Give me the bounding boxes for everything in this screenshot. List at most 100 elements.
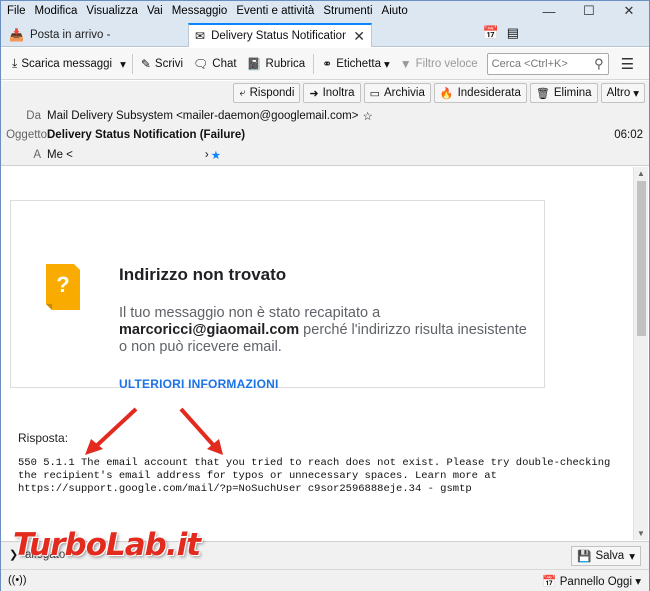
today-pane-icon: 📅	[542, 576, 557, 588]
get-messages-button[interactable]: ⤓ Scarica messaggi	[7, 52, 117, 76]
search-input[interactable]: Cerca <Ctrl+K> ⚲	[486, 52, 609, 75]
get-messages-label: Scarica messaggi	[21, 57, 113, 70]
forward-button[interactable]: ➜ Inoltra	[303, 83, 361, 103]
close-tab-icon[interactable]: ✕	[353, 28, 365, 45]
tag-button[interactable]: ⚭ Etichetta ▾	[317, 52, 395, 76]
delete-label: Elimina	[553, 87, 592, 99]
tab-bar: 📥 Posta in arrivo - ✉ Delivery Status No…	[1, 21, 649, 47]
get-messages-dropdown[interactable]: ▾	[117, 52, 129, 76]
star-outline-icon[interactable]: ☆	[362, 109, 372, 123]
menu-icon[interactable]: ☰	[621, 55, 634, 73]
tasks-icon[interactable]: ▤	[507, 25, 519, 41]
delete-button[interactable]: 🗑 Elimina	[529, 83, 598, 103]
card-title: Indirizzo non trovato	[119, 265, 287, 284]
card-message: Il tuo messaggio non è stato recapitato …	[119, 305, 529, 356]
from-label: Da	[26, 110, 41, 122]
to-value[interactable]: Me <	[47, 149, 73, 161]
more-info-link[interactable]: ULTERIORI INFORMAZIONI	[119, 377, 279, 391]
star-filled-icon[interactable]: ★	[211, 148, 221, 162]
menu-eventi[interactable]: Eventi e attività	[236, 5, 314, 17]
close-icon[interactable]: ✕	[609, 1, 649, 21]
save-label: Salva	[595, 550, 625, 562]
reply-button[interactable]: ⤶ Rispondi	[233, 83, 301, 103]
address-book-label: Rubrica	[265, 57, 306, 70]
envelope-icon: ✉	[195, 29, 206, 43]
forward-label: Inoltra	[322, 87, 355, 99]
menu-visualizza[interactable]: Visualizza	[86, 5, 138, 17]
junk-label: Indesiderata	[457, 87, 521, 99]
scroll-up-icon[interactable]: ▲	[637, 169, 645, 178]
minimize-icon[interactable]: —	[529, 1, 569, 21]
archive-icon: ▭	[369, 87, 380, 100]
menu-modifica[interactable]: Modifica	[35, 5, 78, 17]
scroll-down-icon[interactable]: ▼	[637, 529, 645, 538]
from-row: Da Mail Delivery Subsystem <mailer-daemo…	[1, 109, 372, 123]
card-message-before: Il tuo messaggio non è stato recapitato …	[119, 305, 381, 321]
tab-bar-icons: 📅 ▤	[483, 25, 519, 41]
chevron-down-icon: ▾	[635, 576, 641, 588]
today-pane-toggle[interactable]: 📅 Pannello Oggi ▾	[542, 574, 641, 588]
archive-button[interactable]: ▭ Archivia	[363, 83, 431, 103]
chevron-down-icon: ▾	[383, 58, 390, 71]
subject-row: Oggetto Delivery Status Notification (Fa…	[1, 129, 245, 141]
bounce-card: ? Indirizzo non trovato Il tuo messaggio…	[10, 200, 545, 391]
menu-aiuto[interactable]: Aiuto	[382, 5, 408, 17]
junk-icon: 🔥	[439, 87, 454, 100]
today-pane-label: Pannello Oggi	[559, 576, 633, 588]
from-value[interactable]: Mail Delivery Subsystem <mailer-daemon@g…	[47, 110, 358, 122]
junk-button[interactable]: 🔥 Indesiderata	[433, 83, 527, 103]
maximize-icon[interactable]: ☐	[569, 1, 609, 21]
header-actions: ⤶ Rispondi ➜ Inoltra ▭ Archivia 🔥 Indesidera…	[233, 83, 645, 103]
forward-icon: ➜	[309, 87, 319, 100]
response-label: Risposta:	[18, 431, 69, 445]
search-icon: ⚲	[594, 55, 604, 71]
pencil-icon: ✎	[140, 56, 151, 71]
archive-label: Archivia	[383, 87, 425, 99]
address-book-button[interactable]: 📓 Rubrica	[242, 52, 311, 76]
tab-inbox[interactable]: 📥 Posta in arrivo -	[3, 23, 186, 47]
message-header: ⤶ Rispondi ➜ Inoltra ▭ Archivia 🔥 Indesidera…	[1, 81, 649, 166]
red-arrows	[85, 407, 223, 455]
filter-icon: ▼	[399, 56, 412, 71]
recipient-email: marcoricci@giaomail.com	[119, 322, 300, 338]
svg-text:?: ?	[56, 272, 69, 297]
toolbar-separator	[131, 53, 133, 74]
scrollbar-thumb[interactable]	[637, 181, 646, 336]
online-status-icon[interactable]: ((•))	[8, 574, 27, 586]
chat-label: Chat	[212, 57, 237, 70]
chevron-down-icon: ▾	[629, 551, 635, 563]
write-button[interactable]: ✎ Scrivi	[136, 52, 188, 76]
quick-filter-button[interactable]: ▼ Filtro veloce	[395, 52, 483, 76]
message-time: 06:02	[614, 129, 643, 141]
trash-icon: 🗑	[535, 87, 550, 100]
vertical-scrollbar[interactable]: ▲ ▼	[633, 167, 648, 540]
tab-inbox-label: Posta in arrivo -	[29, 29, 111, 41]
menu-bar: File Modifica Visualizza Vai Messaggio E…	[1, 1, 649, 21]
inbox-icon: 📥	[9, 28, 24, 42]
chat-button[interactable]: 🗨 Chat	[188, 52, 242, 76]
reply-label: Rispondi	[249, 87, 295, 99]
to-suffix: ›	[204, 149, 209, 161]
search-placeholder: Cerca <Ctrl+K>	[491, 57, 568, 70]
tab-message-label: Delivery Status Notification	[211, 30, 347, 42]
other-button[interactable]: Altro ▾	[600, 83, 645, 103]
menu-file[interactable]: File	[7, 5, 26, 17]
quick-filter-label: Filtro veloce	[415, 57, 478, 70]
reply-icon: ⤶	[239, 86, 246, 99]
toolbar-separator	[313, 53, 315, 74]
menu-vai[interactable]: Vai	[147, 5, 163, 17]
tag-icon: ⚭	[322, 56, 333, 71]
to-row: A Me < › ★	[1, 148, 221, 162]
save-attachment-button[interactable]: 💾 Salva ▾	[571, 546, 641, 566]
warning-document-icon: ?	[46, 264, 80, 310]
address-book-icon: 📓	[246, 56, 262, 71]
menu-strumenti[interactable]: Strumenti	[323, 5, 372, 17]
subject-value: Delivery Status Notification (Failure)	[47, 129, 246, 141]
chevron-down-icon: ▾	[633, 88, 639, 100]
calendar-icon[interactable]: 📅	[483, 25, 499, 41]
main-toolbar: ⤓ Scarica messaggi ▾ ✎ Scrivi 🗨 Chat 📓 R…	[1, 48, 649, 80]
tab-message[interactable]: ✉ Delivery Status Notification ✕	[188, 23, 372, 47]
save-icon: 💾	[577, 551, 592, 563]
message-body: ? Indirizzo non trovato Il tuo messaggio…	[1, 167, 634, 540]
menu-messaggio[interactable]: Messaggio	[172, 5, 228, 17]
